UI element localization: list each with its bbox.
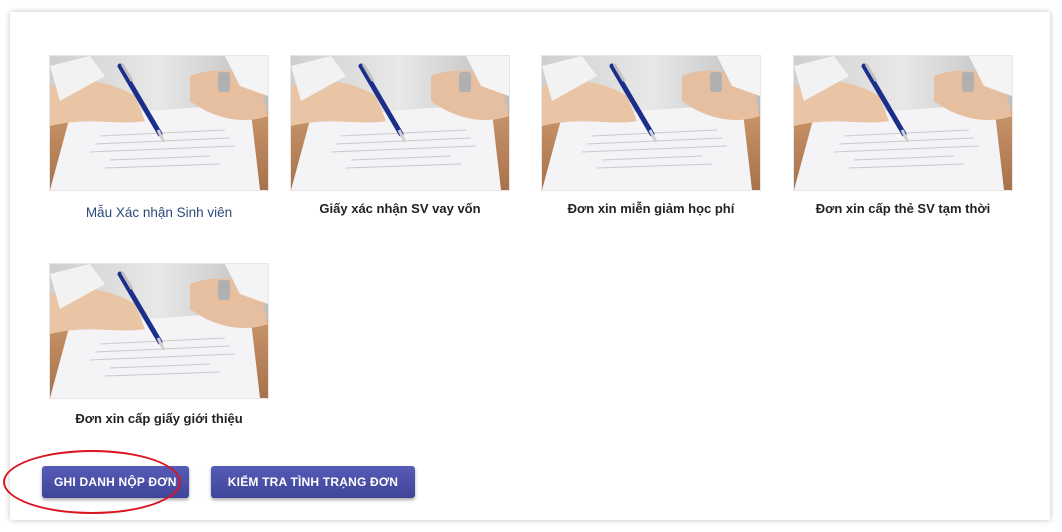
form-thumbnail[interactable] <box>290 55 510 191</box>
form-card-label[interactable]: Mẫu Xác nhận Sinh viên <box>49 205 269 220</box>
register-application-button[interactable]: GHI DANH NỘP ĐƠN <box>42 466 189 498</box>
form-thumbnail[interactable] <box>793 55 1013 191</box>
form-card-label[interactable]: Đơn xin cấp giấy giới thiệu <box>49 411 269 426</box>
form-card-tuition-reduction[interactable]: Đơn xin miễn giảm học phí <box>541 55 761 216</box>
form-thumbnail[interactable] <box>49 55 269 191</box>
form-thumbnail[interactable] <box>541 55 761 191</box>
form-card-loan-confirmation[interactable]: Giấy xác nhận SV vay vốn <box>290 55 510 216</box>
form-card-label[interactable]: Đơn xin cấp thẻ SV tạm thời <box>793 201 1013 216</box>
form-card-student-confirmation[interactable]: Mẫu Xác nhận Sinh viên <box>49 55 269 220</box>
form-card-label[interactable]: Giấy xác nhận SV vay vốn <box>290 201 510 216</box>
form-card-introduction-letter[interactable]: Đơn xin cấp giấy giới thiệu <box>49 263 269 426</box>
form-card-temporary-student-card[interactable]: Đơn xin cấp thẻ SV tạm thời <box>793 55 1013 216</box>
check-application-status-button[interactable]: KIỂM TRA TÌNH TRẠNG ĐƠN <box>211 466 415 498</box>
form-card-label[interactable]: Đơn xin miễn giảm học phí <box>541 201 761 216</box>
form-thumbnail[interactable] <box>49 263 269 399</box>
